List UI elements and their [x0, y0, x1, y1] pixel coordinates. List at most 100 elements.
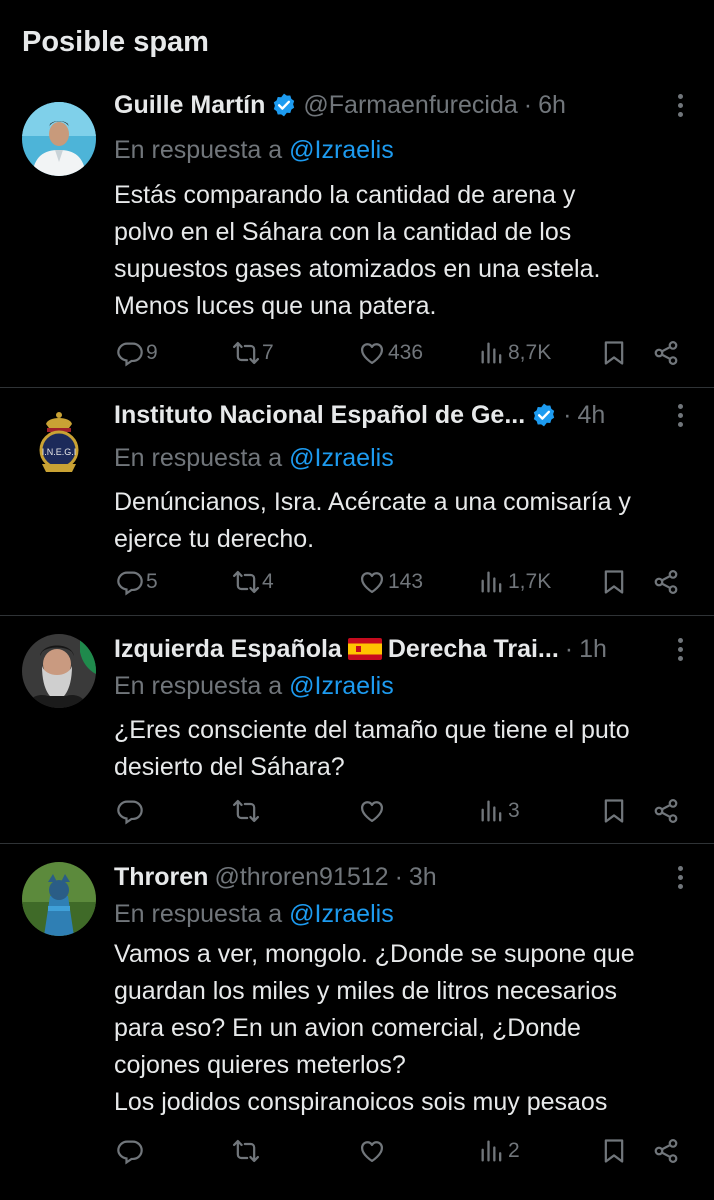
timestamp[interactable]: 1h [579, 635, 607, 664]
reply-icon [116, 797, 144, 825]
repost-button[interactable]: 7 [232, 333, 274, 373]
text-line: cojones quieres meterlos? [114, 1051, 406, 1079]
tweet-header: Instituto Nacional Español de Ge... · 4h [114, 398, 654, 432]
views-button[interactable]: 8,7K [478, 333, 551, 373]
repost-button[interactable] [232, 1131, 262, 1171]
reply-button[interactable]: 9 [116, 333, 158, 373]
text-line: Los jodidos conspiranoicos sois muy pesa… [114, 1088, 608, 1116]
reply-icon [116, 568, 144, 596]
tweet-text: Denúncianos, Isra. Acércate a una comisa… [114, 484, 690, 558]
repost-icon [232, 1137, 260, 1165]
reply-context: En respuesta a @Izraelis [114, 444, 394, 473]
reply-tweet[interactable]: Throren @throren91512 · 3h En respuesta … [0, 844, 714, 1200]
share-icon [652, 568, 680, 596]
page-title: Posible spam [22, 26, 209, 58]
repost-button[interactable]: 4 [232, 562, 274, 602]
views-count: 2 [508, 1139, 520, 1162]
reply-icon [116, 1137, 144, 1165]
like-button[interactable]: 143 [358, 562, 423, 602]
share-button[interactable] [652, 1131, 680, 1171]
bookmark-button[interactable] [600, 333, 628, 373]
avatar[interactable] [22, 862, 96, 936]
avatar[interactable] [22, 102, 96, 176]
more-icon[interactable] [670, 860, 690, 894]
verified-icon [531, 402, 557, 428]
share-button[interactable] [652, 791, 680, 831]
text-line: ejerce tu derecho. [114, 525, 315, 553]
views-icon [478, 1137, 506, 1165]
like-count: 436 [388, 341, 424, 364]
reply-context: En respuesta a @Izraelis [114, 136, 394, 165]
text-line: Denúncianos, Isra. Acércate a una comisa… [114, 488, 631, 516]
verified-icon [271, 92, 297, 118]
views-button[interactable]: 3 [478, 791, 520, 831]
views-button[interactable]: 2 [478, 1131, 520, 1171]
share-icon [652, 797, 680, 825]
action-bar: 5 4 143 1,7K [0, 562, 714, 602]
bookmark-button[interactable] [600, 1131, 628, 1171]
page-header: Posible spam [0, 0, 714, 90]
reply-count: 9 [146, 341, 158, 364]
like-count: 143 [388, 570, 424, 593]
timestamp[interactable]: 3h [409, 863, 437, 892]
mention-link[interactable]: @Izraelis [289, 136, 394, 164]
share-button[interactable] [652, 333, 680, 373]
mention-link[interactable]: @Izraelis [289, 444, 394, 472]
tweet-text: Estás comparando la cantidad de arena y … [114, 177, 690, 325]
like-button[interactable]: 436 [358, 333, 423, 373]
avatar[interactable]: I.N.E.G.I [22, 406, 96, 480]
mention-link[interactable]: @Izraelis [289, 900, 394, 928]
avatar[interactable] [22, 634, 96, 708]
svg-text:I.N.E.G.I: I.N.E.G.I [42, 447, 77, 457]
tweet-header: Throren @throren91512 · 3h [114, 860, 654, 894]
views-icon [478, 797, 506, 825]
display-name-part[interactable]: Derecha Trai... [388, 635, 559, 664]
reply-button[interactable]: 5 [116, 562, 158, 602]
reply-tweet[interactable]: Guille Martín @Farmaenfurecida · 6h En r… [0, 90, 714, 388]
like-icon [358, 1137, 386, 1165]
reply-tweet[interactable]: Izquierda Española Derecha Trai... · 1h … [0, 616, 714, 844]
views-button[interactable]: 1,7K [478, 562, 551, 602]
share-button[interactable] [652, 562, 680, 602]
reply-context: En respuesta a @Izraelis [114, 672, 394, 701]
reply-button[interactable] [116, 1131, 146, 1171]
separator-dot: · [564, 634, 574, 663]
action-bar: 3 [0, 791, 714, 831]
display-name[interactable]: Instituto Nacional Español de Ge... [114, 401, 525, 430]
bookmark-button[interactable] [600, 791, 628, 831]
text-line: Menos luces que una patera. [114, 292, 437, 320]
reply-prefix: En respuesta a [114, 900, 283, 928]
tweet-header: Izquierda Española Derecha Trai... · 1h [114, 632, 654, 666]
mention-link[interactable]: @Izraelis [289, 672, 394, 700]
like-button[interactable] [358, 791, 388, 831]
views-count: 1,7K [508, 570, 552, 593]
share-icon [652, 1137, 680, 1165]
timestamp[interactable]: 6h [538, 91, 566, 120]
separator-dot: · [394, 862, 403, 891]
text-line: para eso? En un avion comercial, ¿Donde [114, 1014, 581, 1042]
user-handle[interactable]: @Farmaenfurecida [303, 91, 517, 120]
bookmark-icon [600, 339, 628, 367]
tweet-text: ¿Eres consciente del tamaño que tiene el… [114, 712, 690, 786]
like-button[interactable] [358, 1131, 388, 1171]
timestamp[interactable]: 4h [578, 401, 606, 430]
display-name-part[interactable]: Izquierda Española [114, 635, 342, 664]
bookmark-button[interactable] [600, 562, 628, 602]
like-icon [358, 568, 386, 596]
display-name[interactable]: Throren [114, 863, 208, 892]
reply-context: En respuesta a @Izraelis [114, 900, 394, 929]
more-icon[interactable] [670, 632, 690, 666]
user-handle[interactable]: @throren91512 [214, 863, 388, 892]
more-icon[interactable] [670, 398, 690, 432]
reply-button[interactable] [116, 791, 146, 831]
more-icon[interactable] [670, 88, 690, 122]
action-bar: 9 7 436 8,7K [0, 333, 714, 373]
display-name[interactable]: Guille Martín [114, 91, 265, 120]
reply-prefix: En respuesta a [114, 672, 283, 700]
repost-button[interactable] [232, 791, 262, 831]
reply-tweet[interactable]: I.N.E.G.I Instituto Nacional Español de … [0, 388, 714, 616]
views-icon [478, 339, 506, 367]
repost-count: 4 [262, 570, 274, 593]
views-count: 8,7K [508, 341, 552, 364]
bookmark-icon [600, 797, 628, 825]
